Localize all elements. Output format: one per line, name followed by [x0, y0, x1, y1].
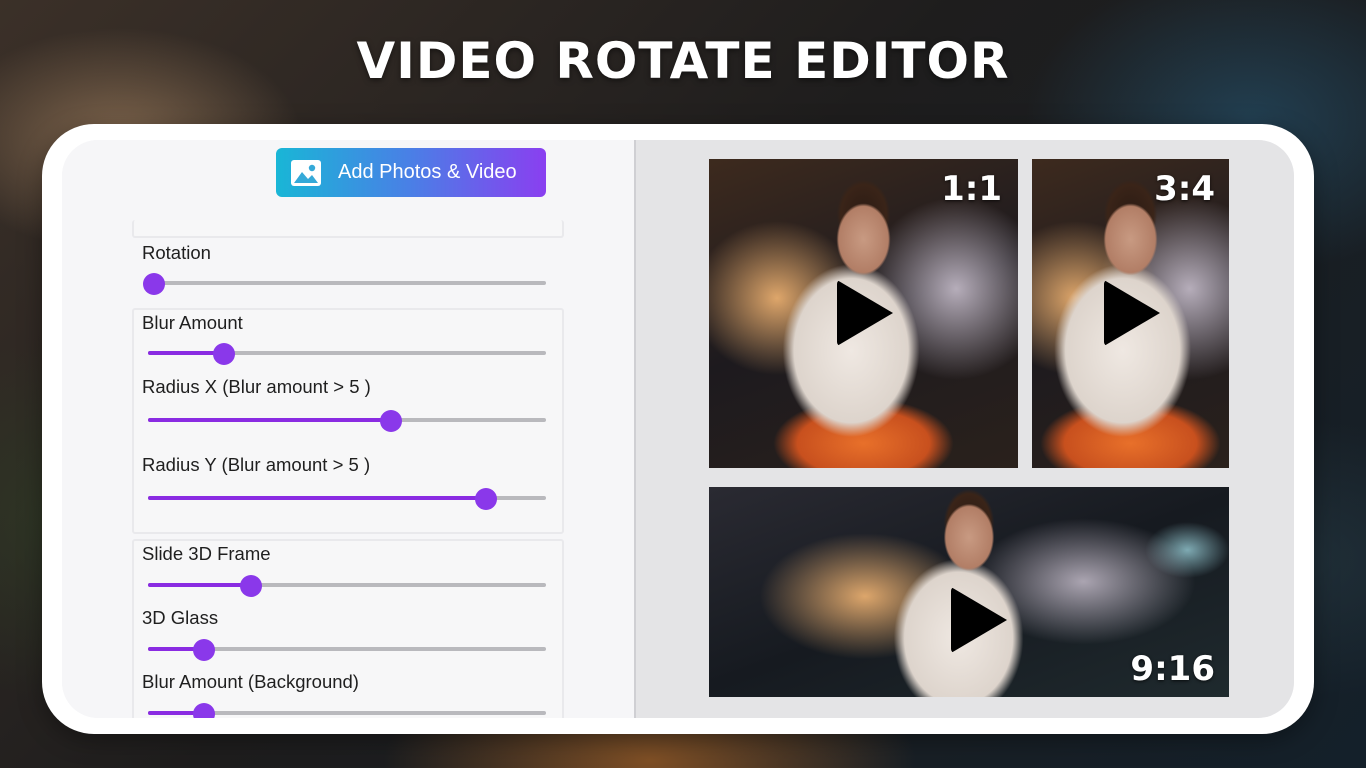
aspect-ratio-label: 9:16 [1130, 649, 1215, 689]
slide-3d-frame-slider-fill [148, 583, 252, 587]
image-icon [291, 159, 321, 186]
play-icon[interactable] [837, 280, 893, 346]
add-photos-video-button[interactable]: Add Photos & Video [276, 148, 546, 197]
page-title: VIDEO ROTATE EDITOR [356, 32, 1010, 90]
video-preview-3-4[interactable]: 3:4 [1032, 159, 1229, 468]
blur-amount-label: Blur Amount [142, 312, 243, 333]
radius-x-slider-thumb[interactable] [379, 410, 402, 432]
radius-y-slider-fill [148, 496, 487, 500]
slide-3d-frame-slider[interactable] [148, 575, 546, 597]
add-button-label: Add Photos & Video [338, 161, 517, 183]
radius-y-label: Radius Y (Blur amount > 5 ) [142, 454, 371, 475]
blur-background-label: Blur Amount (Background) [142, 671, 359, 692]
radius-y-slider[interactable] [148, 488, 546, 510]
rotation-label: Rotation [142, 242, 211, 263]
slide-3d-frame-slider-thumb[interactable] [240, 575, 263, 597]
settings-panel: Add Photos & Video Rotation Blur Amount … [62, 140, 636, 718]
3d-glass-slider-thumb[interactable] [192, 639, 215, 661]
blur-background-slider-thumb[interactable] [192, 703, 215, 718]
blur-background-slider[interactable] [148, 703, 546, 718]
video-preview-1-1[interactable]: 1:1 [709, 159, 1018, 468]
blur-amount-slider[interactable] [148, 343, 546, 365]
3d-glass-slider[interactable] [148, 639, 546, 661]
video-preview-9-16[interactable]: 9:16 [709, 487, 1229, 697]
previous-settings-card [132, 220, 564, 238]
3d-glass-label: 3D Glass [142, 607, 219, 628]
radius-x-label: Radius X (Blur amount > 5 ) [142, 376, 371, 397]
radius-y-slider-thumb[interactable] [475, 488, 498, 510]
device-frame: Add Photos & Video Rotation Blur Amount … [42, 124, 1314, 734]
radius-x-slider[interactable] [148, 410, 546, 432]
rotation-slider[interactable] [143, 273, 546, 295]
slide-3d-frame-label: Slide 3D Frame [142, 543, 271, 564]
rotation-slider-thumb[interactable] [143, 273, 165, 295]
app-screen: Add Photos & Video Rotation Blur Amount … [62, 140, 1294, 718]
preview-area: 1:1 3:4 9:16 [636, 140, 1294, 718]
rotation-slider-track [154, 281, 546, 285]
radius-x-slider-fill [148, 418, 391, 422]
aspect-ratio-label: 1:1 [941, 169, 1002, 209]
play-icon[interactable] [951, 587, 1007, 653]
aspect-ratio-label: 3:4 [1154, 169, 1215, 209]
play-icon[interactable] [1104, 280, 1160, 346]
blur-amount-slider-thumb[interactable] [212, 343, 235, 365]
